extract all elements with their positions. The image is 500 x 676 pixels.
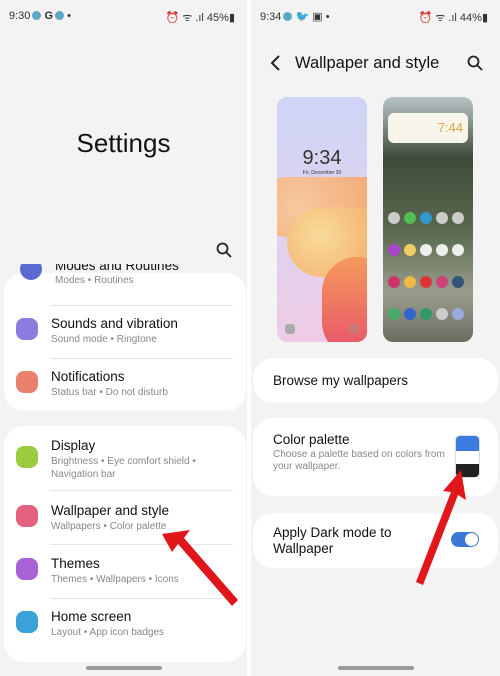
browse-wallpapers-button[interactable]: Browse my wallpapers xyxy=(253,358,498,403)
page-title: Settings xyxy=(76,128,171,158)
home-indicator xyxy=(85,666,162,670)
item-subtitle: Modes • Routines xyxy=(55,275,134,286)
settings-screen: 9:30 G • ⏰ ᯤ .ıl 45%▮ Settings Modes and… xyxy=(0,0,247,676)
settings-item-modes[interactable]: Modes and Routines Modes • Routines xyxy=(20,264,236,298)
palette-title: Color palette xyxy=(273,432,350,447)
settings-item-home-screen[interactable]: Home screen Layout • App icon badges xyxy=(16,609,237,643)
settings-item-sounds[interactable]: Sounds and vibration Sound mode • Ringto… xyxy=(16,316,237,350)
notification-bell-icon xyxy=(16,371,38,393)
item-subtitle: Sound mode • Ringtone xyxy=(51,334,157,345)
status-time: 9:34 xyxy=(260,11,282,23)
red-arrow-annotation xyxy=(416,470,466,585)
divider xyxy=(50,358,233,359)
wallpaper-style-screen: 9:34 🐦 ▣ • ⏰ ᯤ .ıl 44%▮ Wallpaper and st… xyxy=(251,0,500,676)
settings-item-notifications[interactable]: Notifications Status bar • Do not distur… xyxy=(16,369,237,403)
phone-icon xyxy=(285,324,295,334)
red-arrow-annotation xyxy=(162,530,238,606)
item-title: Notifications xyxy=(51,369,125,384)
page-title: Wallpaper and style xyxy=(295,54,440,72)
notification-icon xyxy=(32,11,42,20)
divider xyxy=(50,490,233,491)
lock-date: Fri, December 30 xyxy=(302,170,342,176)
divider xyxy=(50,305,233,306)
item-title: Home screen xyxy=(51,609,132,624)
themes-icon xyxy=(16,558,38,580)
status-time: 9:30 xyxy=(9,10,31,22)
item-subtitle: Status bar • Do not disturb xyxy=(51,387,168,398)
camera-icon xyxy=(349,324,359,334)
lock-time: 9:34 xyxy=(302,147,342,169)
status-bar: 9:30 G • ⏰ ᯤ .ıl 45%▮ xyxy=(9,10,235,24)
item-title: Sounds and vibration xyxy=(51,316,178,331)
twitter-icon: 🐦 xyxy=(295,11,310,23)
item-title: Wallpaper and style xyxy=(51,503,170,518)
battery-level: 44% xyxy=(459,12,482,24)
item-subtitle: Layout • App icon badges xyxy=(51,627,165,638)
wallpaper-icon xyxy=(16,505,38,527)
notification-icon xyxy=(283,12,293,21)
item-title: Modes and Routines xyxy=(55,264,179,273)
battery-level: 45% xyxy=(206,12,229,24)
search-icon[interactable] xyxy=(466,54,484,72)
home-icon xyxy=(16,611,38,633)
back-arrow-icon[interactable] xyxy=(269,54,283,72)
home-time: 7:44 xyxy=(437,120,463,135)
item-title: Display xyxy=(51,438,96,453)
home-indicator xyxy=(337,666,414,670)
item-subtitle: Brightness • Eye comfort shield • Naviga… xyxy=(51,456,196,480)
modes-icon xyxy=(20,264,42,280)
browse-label: Browse my wallpapers xyxy=(273,373,409,388)
speaker-icon xyxy=(16,318,38,340)
signal-icon: ⏰ ᯤ .ıl xyxy=(165,12,207,24)
signal-icon: ⏰ ᯤ .ıl xyxy=(418,12,460,24)
dark-mode-label: Apply Dark mode to Wallpaper xyxy=(273,525,392,556)
notification-icon xyxy=(55,11,65,20)
status-bar: 9:34 🐦 ▣ • ⏰ ᯤ .ıl 44%▮ xyxy=(260,11,488,24)
settings-item-display[interactable]: Display Brightness • Eye comfort shield … xyxy=(16,438,237,482)
search-icon[interactable] xyxy=(215,241,233,259)
home-screen-preview[interactable]: 7:44 xyxy=(383,97,473,342)
lock-screen-preview[interactable]: 9:34 Fri, December 30 xyxy=(277,97,367,342)
item-title: Themes xyxy=(51,556,100,571)
display-brightness-icon xyxy=(16,446,38,468)
google-icon: G xyxy=(44,10,54,22)
